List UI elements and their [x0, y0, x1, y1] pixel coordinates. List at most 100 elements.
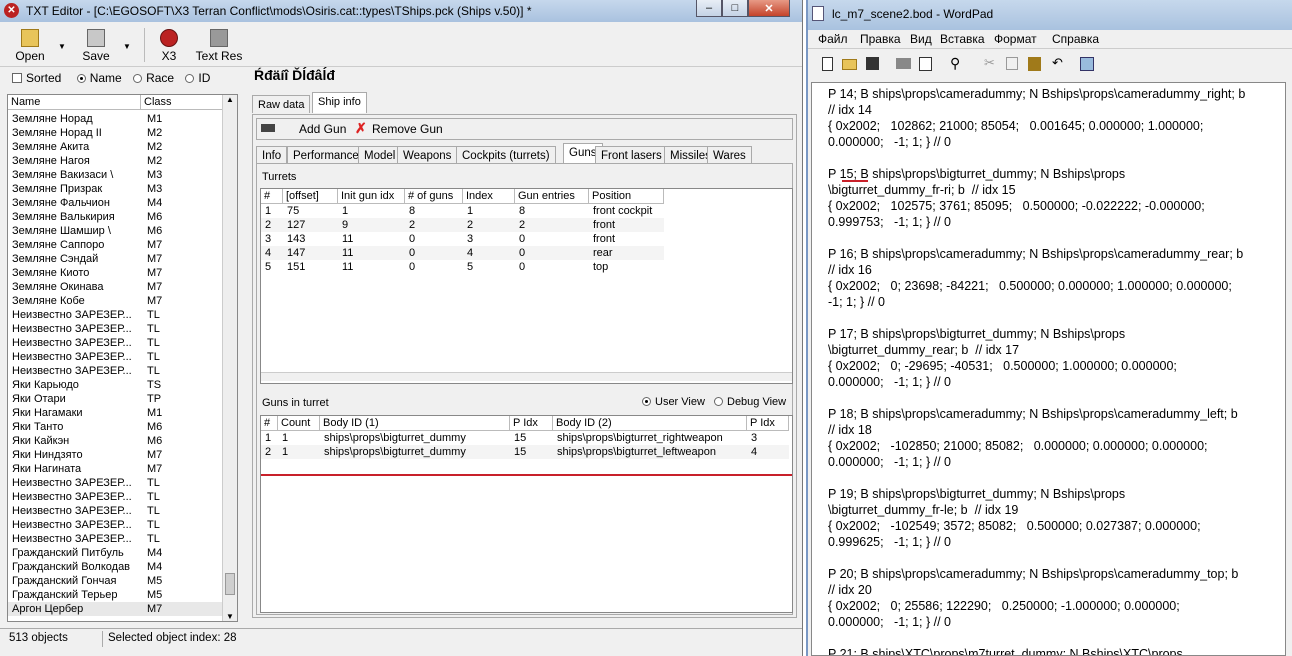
list-item[interactable]: Земляне Валькирия M6	[8, 210, 222, 224]
menu-item[interactable]: Вставка	[940, 32, 985, 46]
list-item[interactable]: Земляне Саппоро M7	[8, 238, 222, 252]
table-row[interactable]: 4 147 11 0 4 0 rear	[261, 246, 664, 260]
column-header[interactable]: P Idx	[747, 416, 789, 431]
guns-table[interactable]: # Count Body ID (1) P Idx Body ID (2) P Idx 1…	[260, 415, 793, 613]
sorted-checkbox[interactable]: Sorted	[12, 71, 61, 85]
turrets-table[interactable]: # [offset] Init gun idx # of guns Index Gun e…	[260, 188, 793, 384]
column-header[interactable]: [offset]	[283, 189, 338, 204]
undo-icon[interactable]: ↶	[1052, 55, 1063, 71]
list-item[interactable]: Земляне Кобе M7	[8, 294, 222, 308]
ship-list[interactable]: Name Class Земляне Норад M1 Земляне Норад …	[7, 94, 238, 622]
list-item[interactable]: Гражданский Гончая M5	[8, 574, 222, 588]
find-icon[interactable]: ⚲	[950, 55, 960, 72]
table-row[interactable]: 5 151 11 0 5 0 top	[261, 260, 664, 274]
save-file-icon[interactable]	[866, 57, 879, 70]
sub-tab-info[interactable]: Info	[256, 146, 288, 164]
list-item[interactable]: Земляне Норад M1	[8, 112, 222, 126]
list-item[interactable]: Земляне Фальчион M4	[8, 196, 222, 210]
save-dropdown-arrow-icon[interactable]: ▼	[123, 42, 131, 51]
list-item[interactable]: Неизвестно ЗАРЕЗЕР... TL	[8, 532, 222, 546]
sub-tab-front-lasers[interactable]: Front lasers	[595, 146, 668, 164]
paste-icon[interactable]	[1028, 57, 1041, 71]
remove-gun-button[interactable]: Remove Gun	[372, 122, 443, 136]
table-row[interactable]: 1 1 ships\props\bigturret_dummy 15 ships\pro…	[261, 431, 789, 445]
menu-item[interactable]: Формат	[994, 32, 1037, 46]
add-gun-button[interactable]: Add Gun	[299, 122, 346, 136]
list-item[interactable]: Гражданский Волкодав M4	[8, 560, 222, 574]
list-item[interactable]: Гражданский Терьер M5	[8, 588, 222, 602]
tab-ship-info[interactable]: Ship info	[312, 92, 367, 113]
sub-tab-weapons[interactable]: Weapons	[397, 146, 458, 164]
table-row[interactable]: 2 1 ships\props\bigturret_dummy 15 ships\pro…	[261, 445, 789, 459]
open-file-icon[interactable]	[842, 59, 857, 70]
list-item[interactable]: Неизвестно ЗАРЕЗЕР... TL	[8, 476, 222, 490]
name-radio[interactable]: Name	[76, 71, 122, 85]
list-item[interactable]: Земляне Шамшир \ M6	[8, 224, 222, 238]
list-item[interactable]: Яки Танто M6	[8, 420, 222, 434]
save-button[interactable]: Save	[74, 26, 118, 76]
list-scrollbar[interactable]: ▲ ▼	[222, 95, 237, 621]
list-item[interactable]: Гражданский Питбуль M4	[8, 546, 222, 560]
list-item[interactable]: Земляне Киото M7	[8, 266, 222, 280]
new-icon[interactable]	[822, 57, 833, 71]
tab-raw-data[interactable]: Raw data	[252, 95, 311, 113]
list-item[interactable]: Неизвестно ЗАРЕЗЕР... TL	[8, 336, 222, 350]
sub-tab-model[interactable]: Model	[358, 146, 402, 164]
insert-object-icon[interactable]	[1080, 57, 1094, 71]
list-item[interactable]: Земляне Акита M2	[8, 140, 222, 154]
maximize-button[interactable]: □	[722, 0, 748, 17]
list-item[interactable]: Яки Отари TP	[8, 392, 222, 406]
debug-view-radio[interactable]: Debug View	[714, 396, 786, 408]
list-item[interactable]: Земляне Нагоя M2	[8, 154, 222, 168]
list-header-class[interactable]: Class	[141, 95, 223, 110]
turrets-hscrollbar[interactable]	[261, 372, 792, 381]
txt-editor-titlebar[interactable]: ✕ TXT Editor - [C:\EGOSOFT\X3 Terran Con…	[0, 0, 802, 22]
table-row[interactable]: 1 75 1 8 1 8 front cockpit	[261, 204, 664, 218]
list-item[interactable]: Земляне Окинава M7	[8, 280, 222, 294]
scroll-thumb[interactable]	[225, 573, 235, 595]
column-header[interactable]: #	[261, 416, 278, 431]
print-preview-icon[interactable]	[919, 57, 932, 71]
list-item[interactable]: Неизвестно ЗАРЕЗЕР... TL	[8, 350, 222, 364]
cut-icon[interactable]: ✂	[984, 55, 995, 71]
column-header[interactable]: Init gun idx	[338, 189, 405, 204]
race-radio[interactable]: Race	[133, 71, 174, 85]
list-item[interactable]: Земляне Сэндай M7	[8, 252, 222, 266]
list-item[interactable]: Неизвестно ЗАРЕЗЕР... TL	[8, 322, 222, 336]
wordpad-titlebar[interactable]: lc_m7_scene2.bod - WordPad	[808, 0, 1292, 30]
list-item[interactable]: Земляне Вакизаси \ M3	[8, 168, 222, 182]
column-header[interactable]: #	[261, 189, 283, 204]
list-item[interactable]: Неизвестно ЗАРЕЗЕР... TL	[8, 490, 222, 504]
list-item[interactable]: Яки Нагината M7	[8, 462, 222, 476]
sub-tab-cockpits-turrets-[interactable]: Cockpits (turrets)	[456, 146, 556, 164]
copy-icon[interactable]	[1006, 57, 1018, 70]
list-item[interactable]: Яки Кайкэн M6	[8, 434, 222, 448]
column-header[interactable]: Body ID (2)	[553, 416, 747, 431]
list-header-name[interactable]: Name	[8, 95, 141, 110]
x3-button[interactable]: X3	[152, 26, 186, 76]
list-item[interactable]: Неизвестно ЗАРЕЗЕР... TL	[8, 308, 222, 322]
scroll-up-icon[interactable]: ▲	[223, 95, 237, 104]
list-item[interactable]: Яки Ниндзято M7	[8, 448, 222, 462]
menu-item[interactable]: Правка	[860, 32, 901, 46]
wordpad-document[interactable]: P 14; B ships\props\cameradummy; N Bship…	[811, 82, 1286, 656]
text-res-button[interactable]: Text Res	[194, 26, 244, 76]
menu-item[interactable]: Справка	[1052, 32, 1099, 46]
column-header[interactable]: Body ID (1)	[320, 416, 510, 431]
list-item[interactable]: Земляне Призрак M3	[8, 182, 222, 196]
scroll-down-icon[interactable]: ▼	[223, 612, 237, 621]
close-button[interactable]: ✕	[748, 0, 790, 17]
list-item[interactable]: Яки Карьюдо TS	[8, 378, 222, 392]
menu-item[interactable]: Файл	[818, 32, 848, 46]
list-item[interactable]: Аргон Цербер M7	[8, 602, 222, 616]
list-item[interactable]: Яки Нагамаки M1	[8, 406, 222, 420]
open-dropdown-arrow-icon[interactable]: ▼	[58, 42, 66, 51]
column-header[interactable]: # of guns	[405, 189, 463, 204]
column-header[interactable]: Index	[463, 189, 515, 204]
column-header[interactable]: Gun entries	[515, 189, 589, 204]
column-header[interactable]: P Idx	[510, 416, 553, 431]
table-row[interactable]: 2 127 9 2 2 2 front	[261, 218, 664, 232]
table-row[interactable]: 3 143 11 0 3 0 front	[261, 232, 664, 246]
list-item[interactable]: Земляне Норад II M2	[8, 126, 222, 140]
column-header[interactable]: Count	[278, 416, 320, 431]
